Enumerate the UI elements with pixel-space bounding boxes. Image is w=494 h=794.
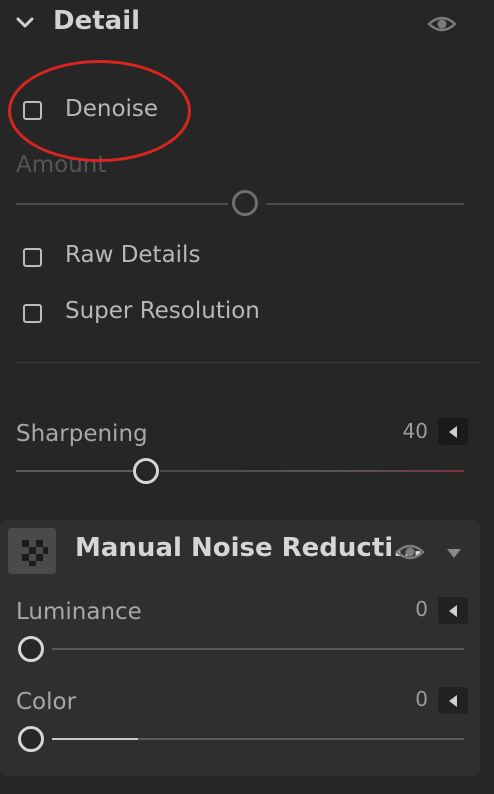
luminance-slider-thumb[interactable] [18, 636, 44, 662]
color-value[interactable]: 0 [380, 687, 428, 711]
denoise-label[interactable]: Denoise [65, 96, 158, 122]
super-resolution-checkbox[interactable] [23, 304, 42, 323]
noise-pattern-icon [8, 528, 56, 574]
sharpening-reset-button[interactable] [438, 418, 468, 445]
chevron-down-icon[interactable] [14, 12, 36, 34]
sharpening-track-right[interactable] [160, 470, 464, 472]
triangle-left-icon [449, 694, 457, 707]
luminance-reset-button[interactable] [438, 597, 468, 624]
luminance-value[interactable]: 0 [380, 597, 428, 621]
triangle-down-icon[interactable] [446, 547, 462, 559]
denoise-checkbox[interactable] [23, 101, 42, 120]
divider [16, 362, 480, 363]
color-track-highlight[interactable] [52, 738, 138, 740]
amount-track-left[interactable] [16, 203, 228, 205]
raw-details-label[interactable]: Raw Details [65, 242, 200, 268]
triangle-left-icon [449, 425, 457, 438]
raw-details-checkbox[interactable] [23, 248, 42, 267]
color-reset-button[interactable] [438, 687, 468, 714]
color-slider-thumb[interactable] [18, 726, 44, 752]
amount-track-right[interactable] [266, 203, 464, 205]
eye-icon[interactable] [427, 13, 457, 35]
color-label: Color [16, 689, 77, 715]
sharpening-label: Sharpening [16, 421, 148, 447]
amount-label: Amount [16, 152, 107, 178]
amount-slider-thumb[interactable] [232, 190, 258, 216]
noise-reduction-title[interactable]: Manual Noise Reducti... [75, 533, 423, 563]
sharpening-slider-thumb[interactable] [133, 458, 159, 484]
color-track[interactable] [138, 738, 464, 740]
triangle-left-icon [449, 604, 457, 617]
luminance-track[interactable] [52, 648, 464, 650]
luminance-label: Luminance [16, 599, 142, 625]
super-resolution-label[interactable]: Super Resolution [65, 298, 260, 324]
section-title[interactable]: Detail [53, 6, 140, 36]
sharpening-value[interactable]: 40 [380, 419, 428, 443]
sharpening-track-left[interactable] [16, 470, 134, 472]
eye-icon[interactable] [395, 541, 425, 563]
